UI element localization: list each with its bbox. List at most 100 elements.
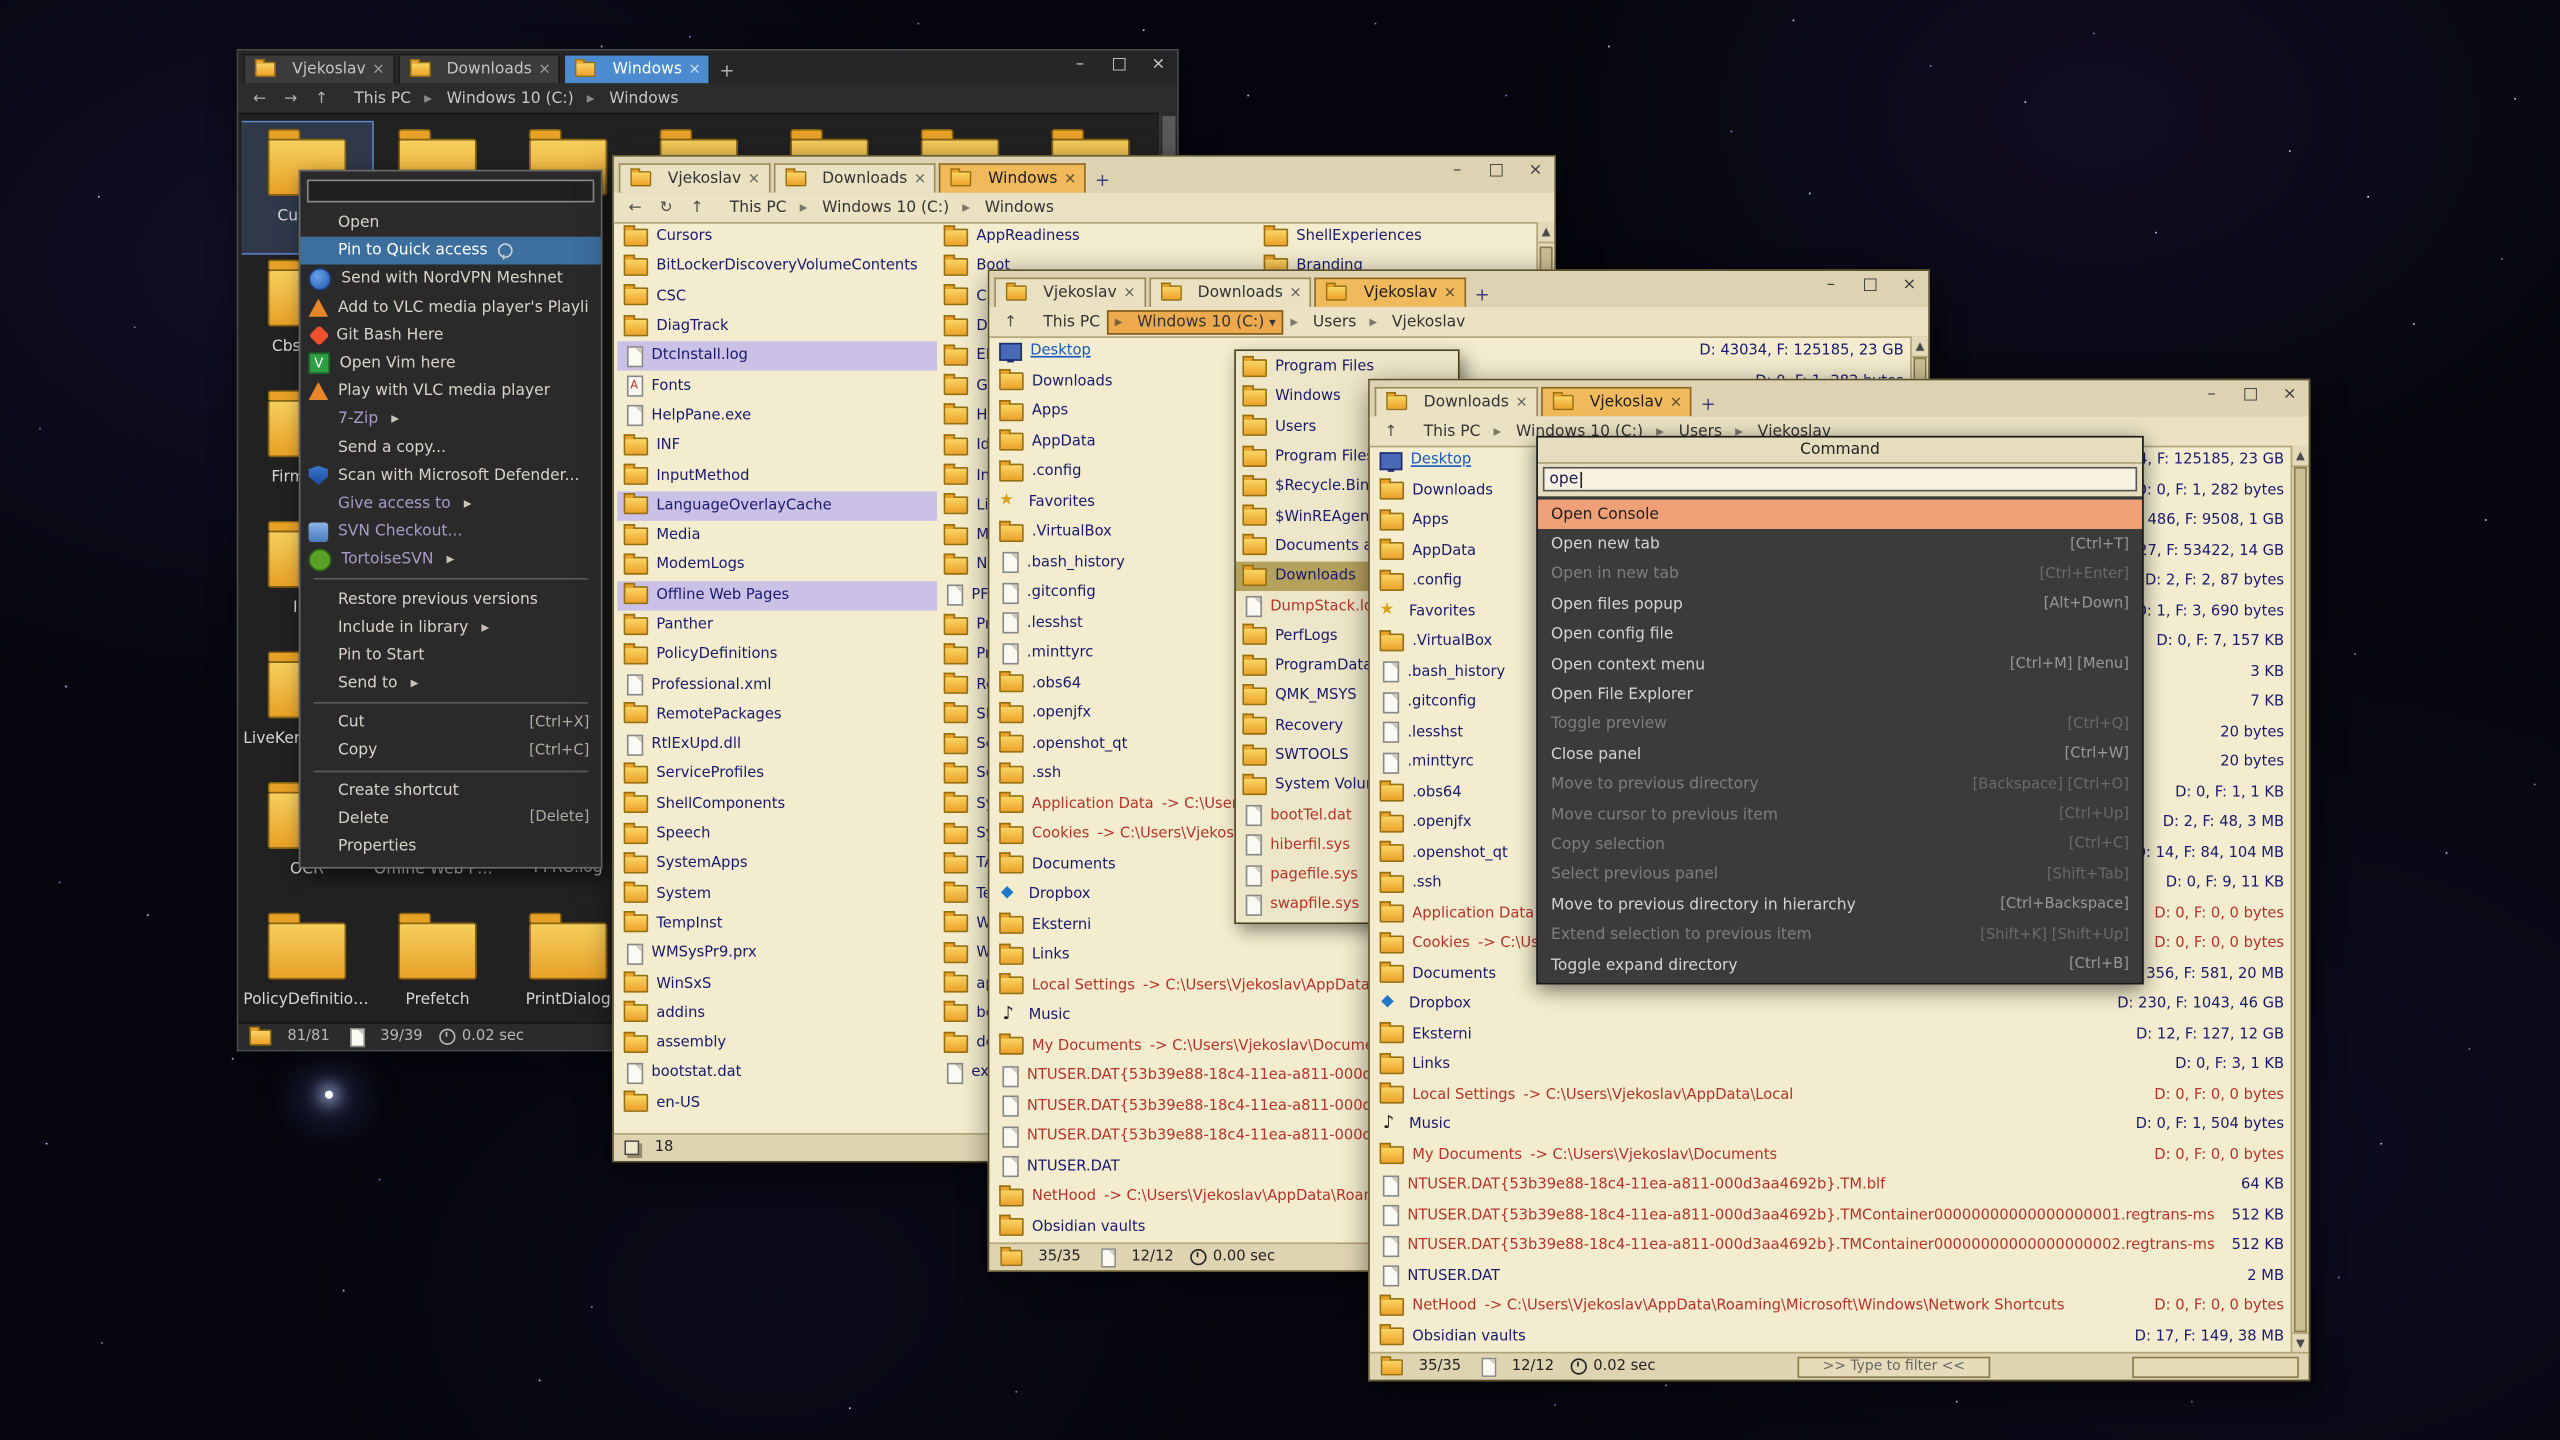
menu-item[interactable] (313, 770, 587, 772)
file-row[interactable]: SystemApps (617, 849, 937, 879)
maximize-button[interactable] (1858, 276, 1882, 297)
breadcrumb-item[interactable]: This PC (1417, 420, 1487, 441)
close-button[interactable] (1897, 276, 1921, 297)
command-item[interactable]: Move to previous directory in hierarchy … (1538, 890, 2142, 920)
tab[interactable]: Windows (564, 54, 711, 83)
tab[interactable]: Downloads (773, 163, 936, 192)
menu-item[interactable]: Send a copy... (300, 433, 600, 461)
file-row[interactable]: HelpPane.exe (617, 401, 937, 431)
menu-item[interactable] (313, 702, 587, 704)
minimize-button[interactable] (2199, 385, 2223, 406)
command-item[interactable]: Move cursor to previous item [Ctrl+Up] (1538, 800, 2142, 830)
file-row[interactable]: DiagTrack (617, 312, 937, 342)
menu-item[interactable]: Git Bash Here (300, 321, 600, 349)
file-row[interactable]: My Documents -> C:\Users\Vjekoslav\Docum… (1373, 1140, 2291, 1170)
titlebar[interactable]: Downloads Vjekoslav (1370, 380, 2309, 418)
file-row[interactable]: Eksterni D: 12, F: 127, 12 GB (1373, 1020, 2291, 1050)
grid-item[interactable]: PolicyDefinitions (242, 906, 373, 1022)
new-tab-button[interactable] (715, 59, 738, 83)
maximize-button[interactable] (1107, 56, 1131, 77)
file-row[interactable]: Dropbox D: 230, F: 1043, 46 GB (1373, 989, 2291, 1019)
breadcrumb-item[interactable]: This PC (1037, 311, 1107, 332)
breadcrumb-item[interactable]: Windows 10 (C:) (793, 197, 956, 218)
file-row[interactable]: CSC (617, 282, 937, 312)
file-row[interactable]: NTUSER.DAT{53b39e88-18c4-11ea-a811-000d3… (1373, 1171, 2291, 1201)
tab[interactable]: Downloads (398, 54, 561, 83)
command-item[interactable]: Open new tab [Ctrl+T] (1538, 530, 2142, 560)
file-row[interactable]: PolicyDefinitions (617, 640, 937, 670)
new-tab-button[interactable] (1697, 392, 1720, 416)
menu-item[interactable]: SVN Checkout... (300, 518, 600, 546)
menu-item[interactable]: Copy [Ctrl+C] (300, 737, 600, 765)
breadcrumb-item[interactable]: Vjekoslav (1363, 311, 1472, 332)
breadcrumb-item[interactable]: Windows (956, 197, 1061, 218)
file-row[interactable]: WinSxS (617, 969, 937, 999)
command-item[interactable]: Open config file (1538, 620, 2142, 650)
tab-close-icon[interactable] (1289, 284, 1301, 302)
file-row[interactable]: Links D: 0, F: 3, 1 KB (1373, 1050, 2291, 1080)
tab-close-icon[interactable] (1670, 393, 1682, 411)
menu-item[interactable]: Send to (300, 669, 600, 697)
menu-item[interactable]: Scan with Microsoft Defender... (300, 462, 600, 490)
refresh-button[interactable] (655, 198, 678, 216)
file-row[interactable]: BitLockerDiscoveryVolumeContents (617, 252, 937, 282)
new-tab-button[interactable] (1471, 282, 1494, 306)
command-item[interactable]: Open context menu [Ctrl+M] [Menu] (1538, 650, 2142, 680)
command-item[interactable]: Open files popup [Alt+Down] (1538, 590, 2142, 620)
back-button[interactable] (248, 89, 271, 107)
command-item[interactable]: Open File Explorer (1538, 680, 2142, 710)
menu-item[interactable]: Open Vim here (300, 349, 600, 377)
maximize-button[interactable] (1484, 162, 1508, 183)
new-tab-button[interactable] (1091, 168, 1114, 192)
file-row[interactable]: ServiceProfiles (617, 760, 937, 790)
tab[interactable]: Windows (939, 163, 1086, 192)
file-row[interactable]: WMSysPr9.prx (617, 939, 937, 969)
titlebar[interactable]: Vjekoslav Downloads Vjekoslav (989, 271, 1928, 309)
breadcrumb-item[interactable]: This PC (723, 197, 793, 218)
up-button[interactable] (999, 313, 1022, 331)
file-row[interactable]: TempInst (617, 909, 937, 939)
scroll-up-arrow[interactable] (2292, 446, 2308, 467)
menu-item[interactable]: Add to VLC media player's Playlist (300, 293, 600, 321)
menu-item[interactable]: Pin to Quick access (300, 237, 600, 265)
tab[interactable]: Vjekoslav (1541, 387, 1692, 416)
scroll-up-arrow[interactable] (1538, 222, 1554, 243)
file-row[interactable]: Speech (617, 819, 937, 849)
close-button[interactable] (1523, 162, 1547, 183)
command-item[interactable]: Toggle preview [Ctrl+Q] (1538, 710, 2142, 740)
file-row[interactable]: NTUSER.DAT{53b39e88-18c4-11ea-a811-000d3… (1373, 1201, 2291, 1231)
menu-item[interactable]: Create shortcut (300, 776, 600, 804)
minimize-button[interactable] (1445, 162, 1469, 183)
menu-item[interactable]: Open (300, 209, 600, 237)
command-input[interactable]: ope (1543, 467, 2137, 491)
tab-close-icon[interactable] (1123, 284, 1135, 302)
breadcrumb-item[interactable]: Windows (580, 87, 685, 108)
back-button[interactable] (624, 198, 647, 216)
tab[interactable]: Vjekoslav (1315, 278, 1466, 307)
breadcrumb-item[interactable]: This PC (348, 87, 418, 108)
minimize-button[interactable] (1819, 276, 1843, 297)
up-button[interactable] (686, 198, 709, 216)
tab[interactable]: Vjekoslav (243, 54, 394, 83)
command-item[interactable]: Close panel [Ctrl+W] (1538, 740, 2142, 770)
file-row[interactable]: System (617, 879, 937, 909)
forward-button[interactable] (279, 89, 302, 107)
tab[interactable]: Vjekoslav (994, 278, 1145, 307)
file-row[interactable]: RemotePackages (617, 700, 937, 730)
file-row[interactable]: Fonts (617, 371, 937, 401)
grid-item[interactable]: Prefetch (372, 906, 503, 1022)
tab-close-icon[interactable] (372, 60, 384, 78)
file-row[interactable]: addins (617, 999, 937, 1029)
tab[interactable]: Downloads (1375, 387, 1538, 416)
file-row[interactable]: ModemLogs (617, 551, 937, 581)
tab[interactable]: Downloads (1149, 278, 1312, 307)
command-item[interactable]: Copy selection [Ctrl+C] (1538, 830, 2142, 860)
command-item[interactable]: Open Console (1538, 500, 2142, 530)
file-row[interactable]: InputMethod (617, 461, 937, 491)
scrollbar[interactable] (2291, 446, 2309, 1354)
tab-close-icon[interactable] (1444, 284, 1456, 302)
menu-item[interactable]: Give access to (300, 490, 600, 518)
close-button[interactable] (1146, 56, 1170, 77)
tab[interactable]: Vjekoslav (619, 163, 770, 192)
menu-item[interactable]: Restore previous versions (300, 585, 600, 613)
